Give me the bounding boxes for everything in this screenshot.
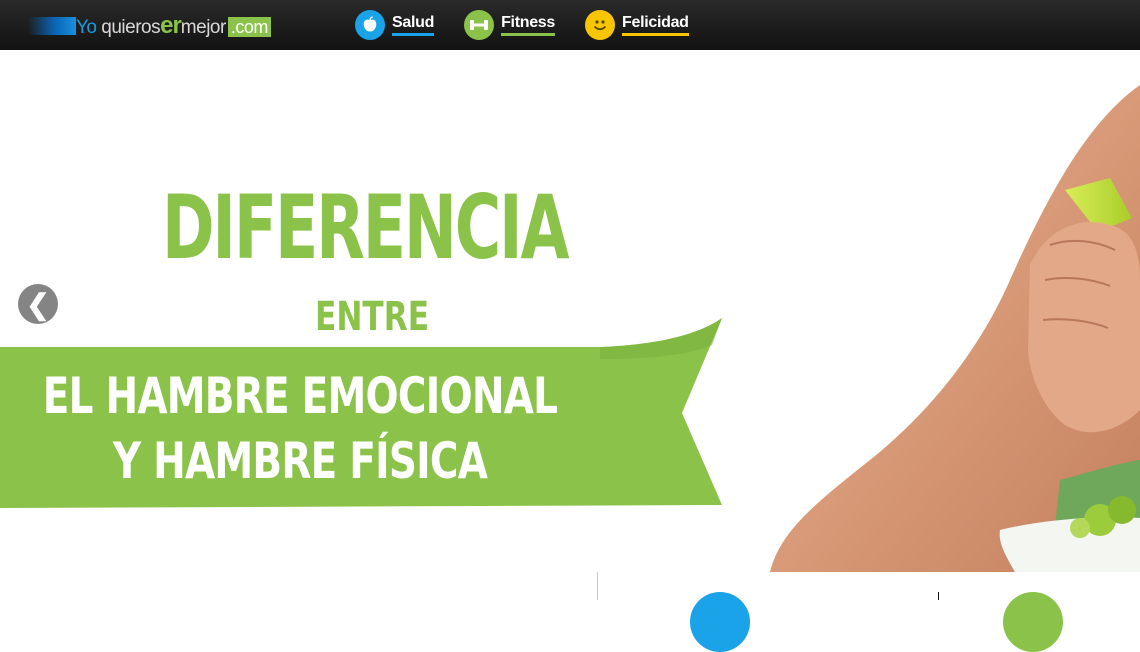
- apple-icon: [355, 10, 385, 40]
- main-nav: Salud Fitness Felicidad: [355, 10, 719, 40]
- hero-connector: ENTRE: [315, 294, 430, 340]
- nav-label-salud: Salud: [392, 14, 434, 36]
- slider-prev-arrow[interactable]: ❮: [18, 284, 58, 324]
- section-divider-dark: [938, 592, 939, 600]
- smiley-icon: [585, 10, 615, 40]
- nav-item-fitness[interactable]: Fitness: [464, 10, 555, 40]
- salud-circle-peek: [690, 592, 750, 652]
- hero-banner-line1: EL HAMBRE EMOCIONAL: [42, 367, 558, 425]
- nav-label-fitness: Fitness: [501, 14, 555, 36]
- logo-text: Yo quierosermejor .com: [76, 12, 271, 40]
- hero-title: DIFERENCIA: [162, 176, 569, 279]
- hero-slider[interactable]: DIFERENCIA ENTRE EL HAMBRE EMOCIONAL Y H…: [0, 50, 1140, 572]
- hero-photo-arm-celery: [770, 85, 1140, 572]
- nav-label-felicidad: Felicidad: [622, 14, 689, 36]
- nav-item-felicidad[interactable]: Felicidad: [585, 10, 689, 40]
- nav-item-salud[interactable]: Salud: [355, 10, 434, 40]
- section-divider: [597, 572, 598, 600]
- hero-banner-line2: Y HAMBRE FÍSICA: [112, 432, 488, 490]
- site-logo[interactable]: Yo quierosermejor .com: [28, 12, 271, 40]
- dumbbell-icon: [464, 10, 495, 40]
- top-navbar: Yo quierosermejor .com Salud Fitness Fel…: [0, 0, 1140, 50]
- logo-stripe: [28, 17, 76, 35]
- fitness-circle-peek: [1003, 592, 1063, 652]
